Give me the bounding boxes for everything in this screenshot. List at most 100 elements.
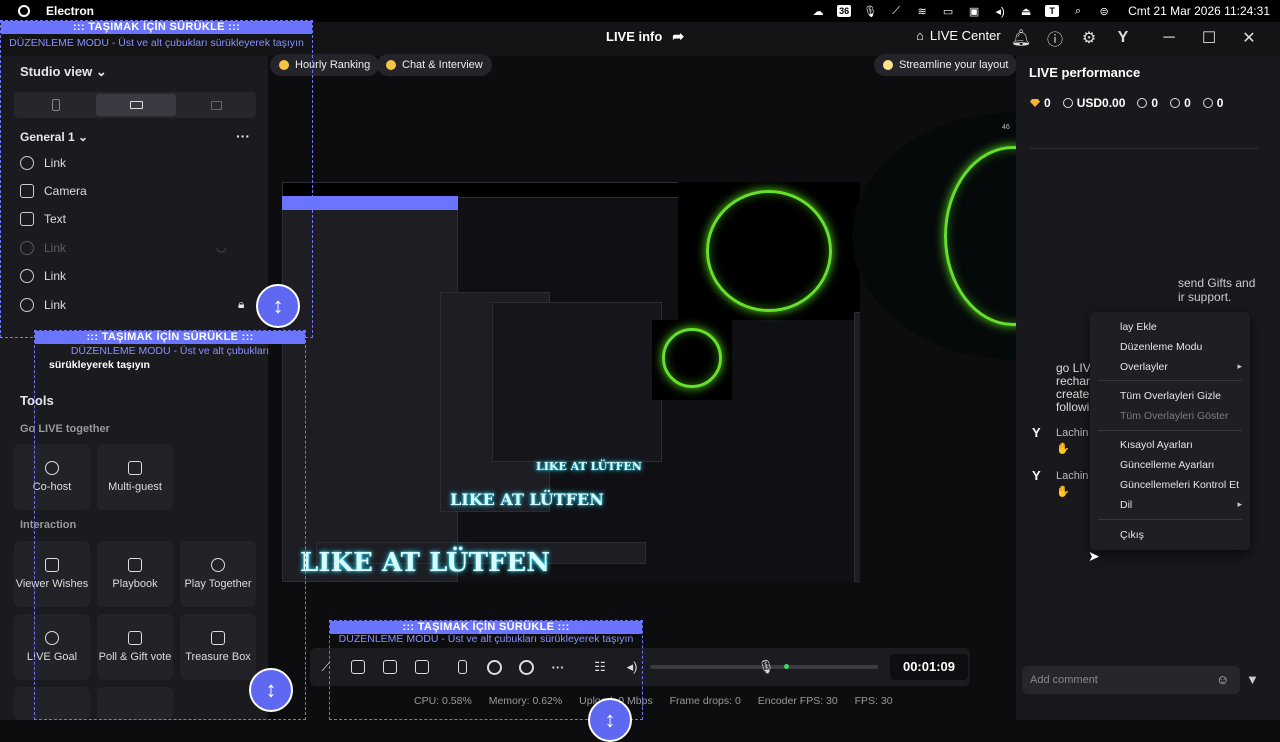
drag-overlay-left[interactable]: ::: TAŞIMAK İÇİN SÜRÜKLE ::: DÜZENLEME M…	[34, 330, 306, 720]
mouse-cursor-icon: ➤	[1088, 548, 1100, 564]
dollar-icon	[1062, 98, 1073, 108]
emoji-icon[interactable]: ☺	[1216, 672, 1229, 687]
bulb-icon	[883, 60, 893, 70]
viewers-stat: 0	[1137, 96, 1158, 110]
like-overlay-text: LIKE AT LÜTFEN	[536, 460, 642, 473]
gems-stat: 0	[1030, 96, 1051, 110]
streamline-layout-pill[interactable]: Streamline your layout	[874, 54, 1018, 76]
move-handle-icon[interactable]: ↕	[249, 668, 293, 712]
chat-username[interactable]: Lachin	[1056, 470, 1088, 482]
cloud-icon[interactable]: ☁	[810, 4, 826, 18]
chat-icon	[386, 60, 396, 70]
context-menu: lay Ekle Düzenleme Modu Overlayler ▸ Tüm…	[1090, 312, 1250, 550]
move-handle-icon[interactable]: ↕	[588, 698, 632, 742]
follows-stat: 0	[1170, 96, 1191, 110]
wave-icon: ✋	[1056, 486, 1070, 498]
drag-handle-title[interactable]: ::: TAŞIMAK İÇİN SÜRÜKLE :::	[35, 331, 305, 344]
likes-stat: 0	[1202, 96, 1223, 110]
fps-stat: FPS: 30	[854, 695, 893, 707]
move-handle-icon[interactable]: ↕	[256, 284, 300, 328]
edit-mode-hint: DÜZENLEME MODU - Üst ve alt çubukları sü…	[338, 633, 634, 645]
live-center-label: LIVE Center	[929, 28, 1001, 43]
search-icon[interactable]: ⌕	[1070, 4, 1086, 18]
menu-item-shortcuts[interactable]: Kısayol Ayarları	[1120, 439, 1193, 451]
share-icon[interactable]: ➦	[672, 28, 684, 45]
mic-level-indicator	[784, 664, 789, 669]
menu-item-language[interactable]: Dil	[1120, 499, 1132, 511]
follow-icon	[1170, 98, 1181, 108]
close-icon[interactable]: ✕	[1238, 27, 1260, 49]
toggle-icon[interactable]: ⊜	[1096, 4, 1112, 18]
menu-item-hide-all[interactable]: Tüm Overlayleri Gizle	[1120, 390, 1221, 402]
os-menu-bar: Electron ☁ 36 🎙 ⟋ ≋ ▭ ▣ ◂) ⏏ T ⌕ ⊜ Cmt 2…	[0, 0, 1280, 22]
submenu-arrow-icon: ▸	[1237, 361, 1242, 371]
comment-input[interactable]: Add comment	[1022, 666, 1240, 694]
edit-mode-hint: DÜZENLEME MODU - Üst ve alt çubukları sü…	[9, 37, 304, 49]
pill-label: Streamline your layout	[899, 59, 1009, 71]
clock[interactable]: Cmt 21 Mar 2026 11:24:31	[1128, 4, 1270, 18]
drag-handle-title[interactable]: ::: TAŞIMAK İÇİN SÜRÜKLE :::	[1, 21, 312, 34]
bell-icon[interactable]: 🔔︎	[1010, 27, 1032, 49]
preview-ring-small	[652, 320, 732, 400]
text-tray-icon[interactable]: T	[1045, 5, 1060, 17]
menu-item-overlays[interactable]: Overlayler	[1120, 361, 1168, 373]
submenu-arrow-icon: ▸	[1237, 499, 1242, 509]
edit-mode-hint-tail: sürükleyerek taşıyın	[49, 359, 150, 371]
gear-icon[interactable]: ⚙	[1078, 27, 1100, 49]
app-logo-icon: Y	[1032, 468, 1041, 483]
like-overlay-text: LIKE AT LÜTFEN	[450, 490, 604, 509]
circle-number: 46	[1002, 124, 1010, 131]
menu-item-edit-mode[interactable]: Düzenleme Modu	[1120, 341, 1202, 353]
battery-icon[interactable]: ▣	[966, 4, 982, 18]
gifts-text: send Gifts and	[1178, 276, 1256, 290]
system-tray: ☁ 36 🎙 ⟋ ≋ ▭ ▣ ◂) ⏏ T ⌕ ⊜ Cmt 21 Mar 202…	[810, 0, 1270, 22]
monitor-icon[interactable]: ▭	[940, 4, 956, 18]
menu-item-add-overlay[interactable]: lay Ekle	[1120, 321, 1157, 333]
stream-preview[interactable]: LIKE AT LÜTFEN LIKE AT LÜTFEN LIKE AT LÜ…	[282, 182, 860, 582]
performance-stats: 0 USD0.00 0 0 0	[1030, 96, 1223, 110]
filter-icon[interactable]: ▼	[1246, 672, 1259, 687]
menu-item-check-updates[interactable]: Güncellemeleri Kontrol Et	[1120, 479, 1239, 491]
live-center-button[interactable]: ⌂ LIVE Center	[916, 28, 1001, 43]
encoder-fps-stat: Encoder FPS: 30	[757, 695, 838, 707]
wifi-icon[interactable]: ≋	[914, 4, 930, 18]
slash-icon[interactable]: ⟋	[888, 4, 904, 18]
preview-ring-panel	[678, 182, 860, 320]
chat-interview-pill[interactable]: Chat & Interview	[377, 54, 492, 76]
preview-ring	[706, 190, 832, 312]
preview-ring	[662, 328, 722, 388]
divider	[1030, 148, 1258, 149]
menu-item-update-settings[interactable]: Güncelleme Ayarları	[1120, 459, 1214, 471]
chat-username[interactable]: Lachin	[1056, 427, 1088, 439]
menu-separator	[1098, 519, 1242, 520]
microphone-icon[interactable]: 🎙	[756, 657, 776, 677]
volume-icon[interactable]: ◂)	[992, 4, 1008, 18]
viewers-icon	[1137, 98, 1148, 108]
pill-label: Chat & Interview	[402, 59, 483, 71]
wave-icon: ✋	[1056, 443, 1070, 455]
app-name: Electron	[46, 4, 95, 18]
app-logo-icon: Y	[1032, 425, 1041, 440]
microphone-icon[interactable]: 🎙	[862, 4, 878, 18]
mic-slider[interactable]	[792, 665, 878, 669]
help-icon[interactable]: ⓘ	[1044, 27, 1066, 49]
comment-placeholder: Add comment	[1030, 674, 1098, 686]
stream-timer: 00:01:09	[890, 654, 968, 680]
app-logo-icon	[18, 5, 30, 17]
preview-right-panel	[854, 312, 860, 582]
preview-nested-stage	[492, 302, 662, 462]
menu-separator	[1098, 380, 1242, 381]
support-text: ir support.	[1178, 290, 1232, 304]
tray-badge[interactable]: 36	[837, 5, 852, 17]
maximize-icon[interactable]: ☐	[1198, 27, 1220, 49]
eject-icon[interactable]: ⏏	[1018, 4, 1034, 18]
home-icon: ⌂	[916, 28, 924, 43]
earnings-stat: USD0.00	[1062, 96, 1125, 110]
menu-separator	[1098, 430, 1242, 431]
live-performance-title: LIVE performance	[1029, 65, 1141, 80]
minimize-icon[interactable]: ─	[1158, 27, 1180, 49]
frame-drops-stat: Frame drops: 0	[669, 695, 741, 707]
app-menu-icon[interactable]: Y	[1112, 27, 1134, 49]
menu-item-exit[interactable]: Çıkış	[1120, 529, 1144, 541]
edit-mode-hint: DÜZENLEME MODU - Üst ve alt çubukları	[70, 345, 270, 357]
